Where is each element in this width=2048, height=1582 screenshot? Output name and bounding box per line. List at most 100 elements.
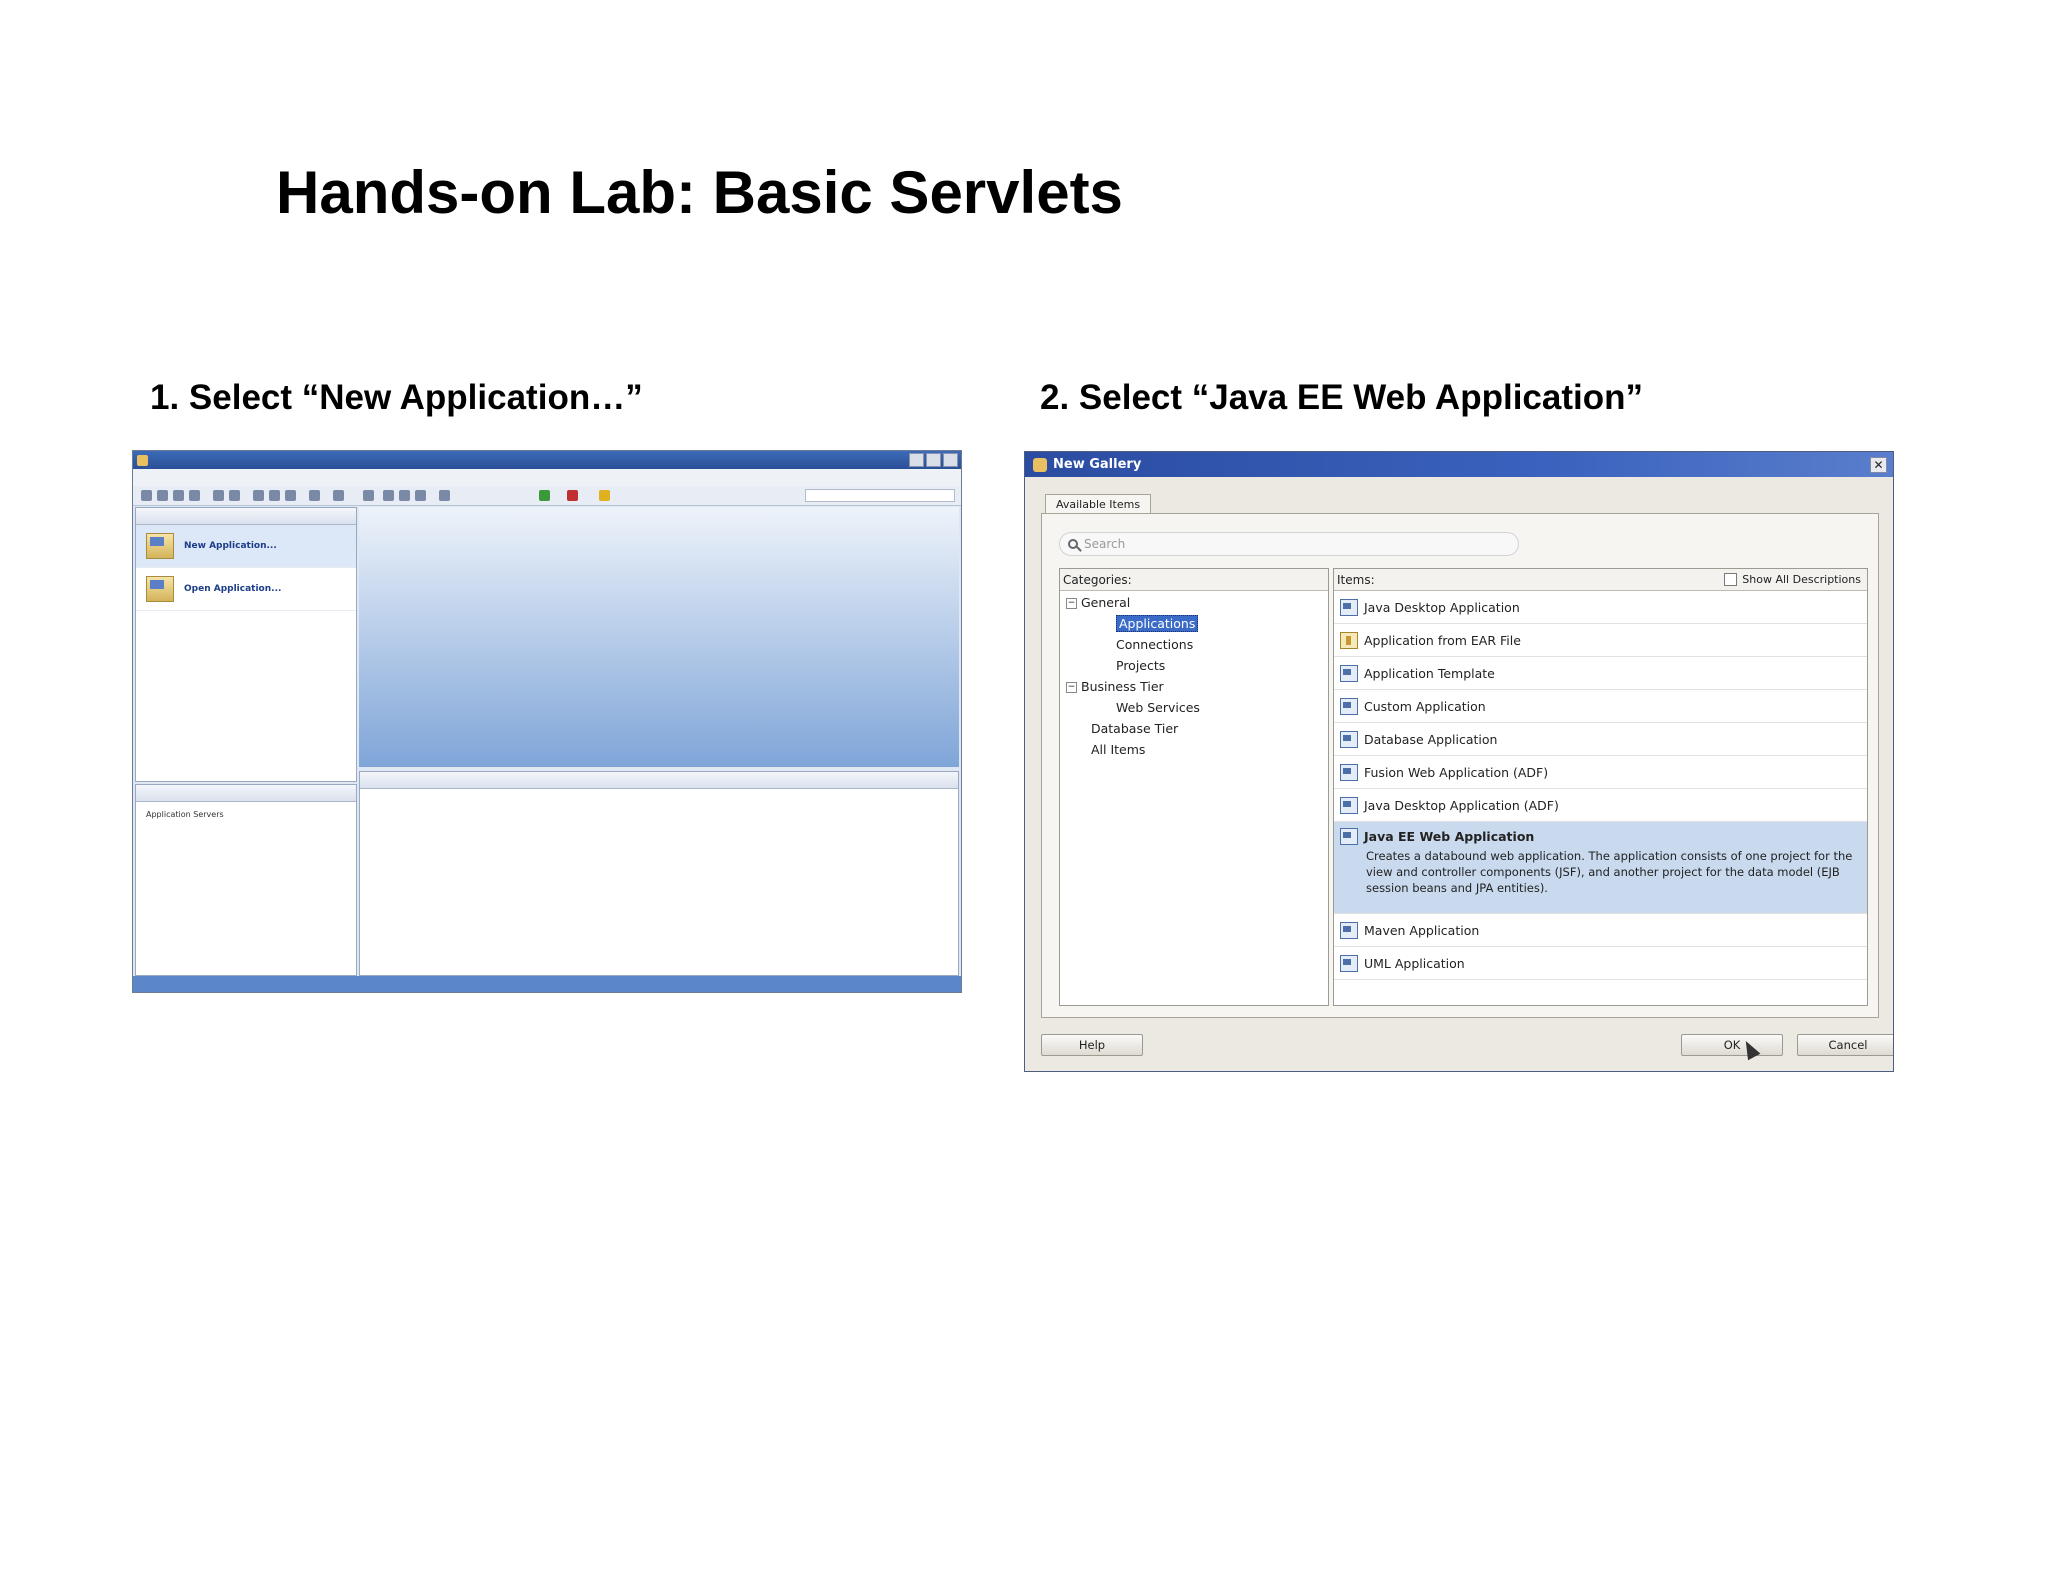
debug-icon[interactable]: [567, 490, 578, 501]
collapse-icon[interactable]: −: [1066, 598, 1077, 609]
app-icon: [1340, 730, 1358, 748]
gallery-item-application-template[interactable]: Application Template: [1334, 657, 1867, 690]
item-label: Maven Application: [1364, 922, 1480, 938]
collapse-icon[interactable]: −: [1066, 682, 1077, 693]
minimize-icon[interactable]: [909, 453, 924, 467]
gallery-title: New Gallery: [1053, 457, 1142, 472]
item-label: Fusion Web Application (ADF): [1364, 764, 1549, 780]
gallery-item-application-from-ear-file[interactable]: Application from EAR File: [1334, 624, 1867, 657]
application-servers-node[interactable]: Application Servers: [136, 802, 356, 819]
gallery-item-custom-application[interactable]: Custom Application: [1334, 690, 1867, 723]
save-icon[interactable]: [173, 490, 184, 501]
open-application-item[interactable]: Open Application...: [136, 568, 356, 611]
new-application-item[interactable]: New Application...: [136, 525, 356, 568]
app-icon: [1340, 954, 1358, 972]
category-connections[interactable]: Connections: [1116, 637, 1193, 652]
show-all-label: Show All Descriptions: [1742, 572, 1861, 586]
item-description: Creates a databound web application. The…: [1366, 849, 1853, 895]
gallery-app-icon: [1033, 457, 1047, 472]
gallery-item-java-ee-web-application[interactable]: Java EE Web Application Creates a databou…: [1334, 822, 1867, 914]
ide-titlebar: [133, 451, 961, 469]
category-applications[interactable]: Applications: [1116, 615, 1199, 632]
back-icon[interactable]: [309, 490, 320, 501]
step-2-label: 2. Select “Java EE Web Application”: [1040, 378, 1643, 417]
item-label: Custom Application: [1364, 698, 1486, 714]
run-icon[interactable]: [439, 490, 450, 501]
resource-palette-panel: Application Servers: [135, 784, 357, 976]
application-navigator-tab[interactable]: [136, 508, 356, 525]
gallery-item-java-desktop-application-adf[interactable]: Java Desktop Application (ADF): [1334, 789, 1867, 822]
deploy-icon[interactable]: [415, 490, 426, 501]
category-label: Applications: [1116, 615, 1199, 632]
app-icon: [1340, 763, 1358, 781]
help-button[interactable]: Help: [1041, 1034, 1143, 1056]
tab-available-items[interactable]: Available Items: [1045, 494, 1152, 514]
ide-search-input[interactable]: [805, 489, 955, 502]
new-application-label: New Application...: [184, 541, 277, 551]
search-icon: [1068, 539, 1078, 549]
slide-title: Hands-on Lab: Basic Servlets: [276, 159, 1123, 226]
gallery-item-fusion-web-application-adf[interactable]: Fusion Web Application (ADF): [1334, 756, 1867, 789]
category-label: All Items: [1091, 742, 1146, 757]
cancel-button[interactable]: Cancel: [1797, 1034, 1893, 1056]
gallery-titlebar: New Gallery ✕: [1025, 452, 1893, 477]
warning-icon[interactable]: [599, 490, 610, 501]
app-icon: [1340, 828, 1358, 845]
ide-app-icon: [137, 454, 148, 466]
rebuild-icon[interactable]: [399, 490, 410, 501]
new-file-icon[interactable]: [141, 490, 152, 501]
undo-icon[interactable]: [213, 490, 224, 501]
gallery-item-database-application[interactable]: Database Application: [1334, 723, 1867, 756]
app-icon: [1340, 921, 1358, 939]
maximize-icon[interactable]: [926, 453, 941, 467]
save-all-icon[interactable]: [189, 490, 200, 501]
open-application-label: Open Application...: [184, 584, 282, 594]
item-label: Java Desktop Application: [1364, 599, 1520, 615]
messages-log-tab[interactable]: [360, 772, 958, 789]
categories-header: Categories:: [1060, 569, 1328, 591]
open-folder-icon[interactable]: [157, 490, 168, 501]
gallery-item-maven-application[interactable]: Maven Application: [1334, 914, 1867, 947]
category-label: Web Services: [1116, 700, 1200, 715]
gallery-item-java-desktop-application[interactable]: Java Desktop Application: [1334, 591, 1867, 624]
messages-log-panel: [359, 771, 959, 976]
category-all-items[interactable]: All Items: [1091, 742, 1145, 757]
category-business-tier[interactable]: − Business Tier: [1066, 679, 1164, 694]
play-icon[interactable]: [539, 490, 550, 501]
category-web-services[interactable]: Web Services: [1116, 700, 1200, 715]
forward-icon[interactable]: [333, 490, 344, 501]
show-all-descriptions-toggle[interactable]: Show All Descriptions: [1724, 569, 1861, 590]
open-application-icon: [146, 576, 174, 602]
item-label: Database Application: [1364, 731, 1498, 747]
close-icon[interactable]: ✕: [1870, 456, 1887, 473]
items-list: Java Desktop Application Application from…: [1334, 591, 1867, 980]
cut-icon[interactable]: [253, 490, 264, 501]
category-label: Connections: [1116, 637, 1194, 652]
show-all-checkbox[interactable]: [1724, 573, 1738, 586]
category-label: Business Tier: [1081, 679, 1164, 694]
items-header-bar: Items: Show All Descriptions: [1334, 569, 1867, 591]
redo-icon[interactable]: [229, 490, 240, 501]
category-database-tier[interactable]: Database Tier: [1091, 721, 1178, 736]
gallery-item-uml-application[interactable]: UML Application: [1334, 947, 1867, 980]
application-server-tab[interactable]: [136, 785, 356, 802]
build-icon[interactable]: [363, 490, 374, 501]
app-icon: [1340, 697, 1358, 715]
paste-icon[interactable]: [285, 490, 296, 501]
item-title-row: Java EE Web Application: [1340, 828, 1534, 845]
item-label: Application from EAR File: [1364, 632, 1521, 648]
category-general[interactable]: − General: [1066, 595, 1130, 610]
category-projects[interactable]: Projects: [1116, 658, 1165, 673]
ok-button[interactable]: OK: [1681, 1034, 1783, 1056]
editor-area: [359, 507, 959, 767]
step-1-label: 1. Select “New Application…”: [150, 378, 643, 417]
close-icon[interactable]: [943, 453, 958, 467]
template-icon: [1340, 664, 1358, 682]
window-controls: [909, 453, 961, 467]
copy-icon[interactable]: [269, 490, 280, 501]
ide-screenshot: New Application... Open Application... A…: [132, 450, 962, 993]
gallery-search-input[interactable]: Search: [1059, 532, 1519, 556]
application-navigator-panel: New Application... Open Application...: [135, 507, 357, 782]
make-icon[interactable]: [383, 490, 394, 501]
item-label: Java EE Web Application: [1364, 829, 1535, 844]
